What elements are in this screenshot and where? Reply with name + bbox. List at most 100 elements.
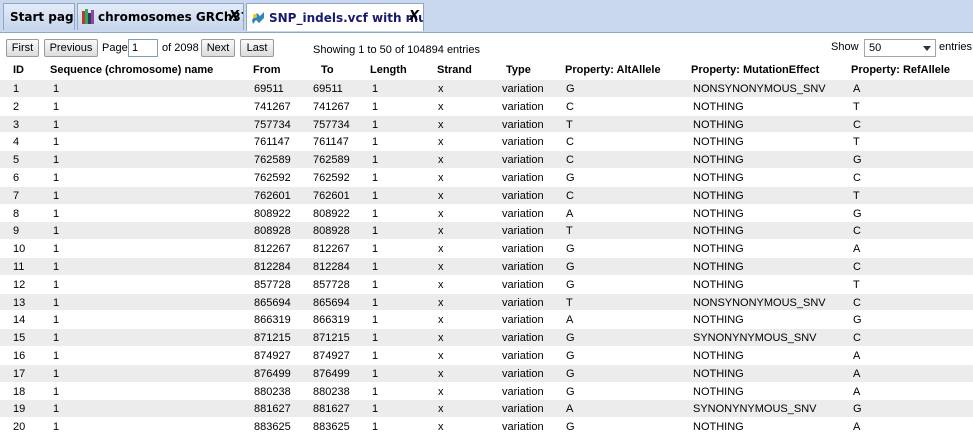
tab-snp-indels[interactable]: SNP_indels.vcf with mut... X [246,3,424,31]
next-page-button[interactable]: Next [201,39,235,57]
cell-id: 4 [13,136,20,149]
tab-start-page[interactable]: Start page [3,3,75,30]
last-page-button[interactable]: Last [240,39,274,57]
table-row[interactable]: 10 1 812267 812267 1 x variation G NOTHING A [0,240,973,258]
cell-ref-allele: C [853,118,861,131]
cell-to: 808922 [313,207,350,220]
column-header-from[interactable]: From [253,64,281,76]
cell-strand: x [438,83,444,95]
cell-to: 69511 [313,83,343,95]
cell-mutation-effect: NOTHING [693,136,744,149]
cell-length: 1 [372,403,379,416]
cell-alt-allele: G [566,367,575,380]
cell-type: variation [502,367,544,380]
cell-length: 1 [372,296,379,309]
cell-ref-allele: A [853,243,861,256]
cell-type: variation [502,296,544,309]
table-row[interactable]: 14 1 866319 866319 1 x variation A NOTHING G [0,311,973,330]
first-page-button[interactable]: First [6,39,39,57]
cell-strand: x [438,100,444,113]
column-header-id[interactable]: ID [13,64,24,76]
column-header-type[interactable]: Type [506,64,531,76]
cell-to: 881627 [313,403,350,416]
cell-ref-allele: G [853,207,862,220]
cell-id: 14 [13,314,26,327]
cell-mutation-effect: SYNONYNYMOUS_SNV [693,403,817,416]
cell-type: variation [502,83,544,95]
column-header-length[interactable]: Length [370,64,407,76]
tab-chromosomes[interactable]: chromosomes GRCh37 X [77,3,244,30]
cell-strand: x [438,278,444,291]
table-row[interactable]: 15 1 871215 871215 1 x variation G SYNONYNYMOUS_… [0,329,973,347]
cell-sequence: 1 [53,260,60,273]
cell-alt-allele: A [566,207,574,220]
table-row[interactable]: 20 1 883625 883625 1 x variation G NOTHING A [0,418,973,436]
cell-from: 883625 [254,421,291,434]
cell-strand: x [438,260,444,273]
table-body: 1 1 69511 69511 1 x variation G NONSYNONYMOUS_SN… [0,80,973,436]
table-row[interactable]: 3 1 757734 757734 1 x variation T NOTHING C [0,115,973,134]
cell-from: 866319 [254,314,291,327]
cell-type: variation [502,225,544,238]
table-row[interactable]: 5 1 762589 762589 1 x variation C NOTHING G [0,151,973,169]
cell-type: variation [502,349,544,362]
close-tab-icon[interactable]: X [409,9,419,24]
table-row[interactable]: 17 1 876499 876499 1 x variation G NOTHING A [0,364,973,383]
cell-strand: x [438,189,444,202]
cell-id: 6 [13,171,20,184]
cell-id: 3 [13,118,20,131]
cell-mutation-effect: NOTHING [693,278,744,291]
table-row[interactable]: 7 1 762601 762601 1 x variation C NOTHING T [0,186,973,205]
cell-alt-allele: G [566,278,575,291]
column-header-mutation-effect[interactable]: Property: MutationEffect [691,64,819,76]
cell-to: 741267 [313,100,350,113]
table-row[interactable]: 6 1 762592 762592 1 x variation G NOTHING C [0,169,973,187]
tab-label: SNP_indels.vcf with mut... [269,10,423,25]
table-row[interactable]: 19 1 881627 881627 1 x variation A SYNONYNYMOUS_… [0,400,973,419]
page-size-select[interactable]: 50 [864,39,936,57]
column-header-alt-allele[interactable]: Property: AltAllele [565,64,661,76]
cell-to: 865694 [313,296,350,309]
cell-id: 19 [13,403,26,416]
column-header-ref-allele[interactable]: Property: RefAllele [851,64,950,76]
cell-type: variation [502,189,544,202]
page-number-input[interactable] [128,39,158,57]
table-row[interactable]: 18 1 880238 880238 1 x variation G NOTHING A [0,383,973,401]
table-row[interactable]: 2 1 741267 741267 1 x variation C NOTHING T [0,98,973,116]
table-row[interactable]: 4 1 761147 761147 1 x variation C NOTHING T [0,133,973,152]
table-row[interactable]: 1 1 69511 69511 1 x variation G NONSYNONYMOUS_SN… [0,80,973,98]
table-row[interactable]: 11 1 812284 812284 1 x variation G NOTHING C [0,257,973,276]
cell-sequence: 1 [53,243,60,256]
cell-type: variation [502,100,544,113]
close-tab-icon[interactable]: X [229,9,239,24]
table-row[interactable]: 12 1 857728 857728 1 x variation G NOTHING T [0,276,973,294]
cell-to: 876499 [313,367,350,380]
cell-strand: x [438,349,444,362]
column-header-strand[interactable]: Strand [437,64,472,76]
cell-ref-allele: A [853,385,861,398]
cell-ref-allele: G [853,403,862,416]
cell-strand: x [438,243,444,256]
column-header-sequence[interactable]: Sequence (chromosome) name [50,64,213,76]
cell-sequence: 1 [53,118,60,131]
cell-length: 1 [372,100,379,113]
cell-to: 762601 [313,189,350,202]
column-header-to[interactable]: To [321,64,334,76]
previous-page-button[interactable]: Previous [44,39,98,57]
table-row[interactable]: 13 1 865694 865694 1 x variation T NONSYNONYMOUS… [0,293,973,312]
pagination-toolbar: First Previous Page of 2098 Next Last Sh… [0,36,973,60]
page-size-value: 50 [869,42,882,54]
cell-id: 20 [13,421,26,434]
cell-mutation-effect: NOTHING [693,225,744,238]
table-row[interactable]: 8 1 808922 808922 1 x variation A NOTHING G [0,205,973,223]
cell-from: 812284 [254,260,291,273]
cell-length: 1 [372,367,379,380]
table-row[interactable]: 9 1 808928 808928 1 x variation T NOTHING C [0,222,973,241]
tab-label: Start page [10,10,75,24]
cell-strand: x [438,171,444,184]
cell-sequence: 1 [53,332,60,345]
cell-type: variation [502,260,544,273]
cell-ref-allele: A [853,421,861,434]
table-row[interactable]: 16 1 874927 874927 1 x variation G NOTHING A [0,347,973,365]
cell-ref-allele: G [853,154,862,167]
